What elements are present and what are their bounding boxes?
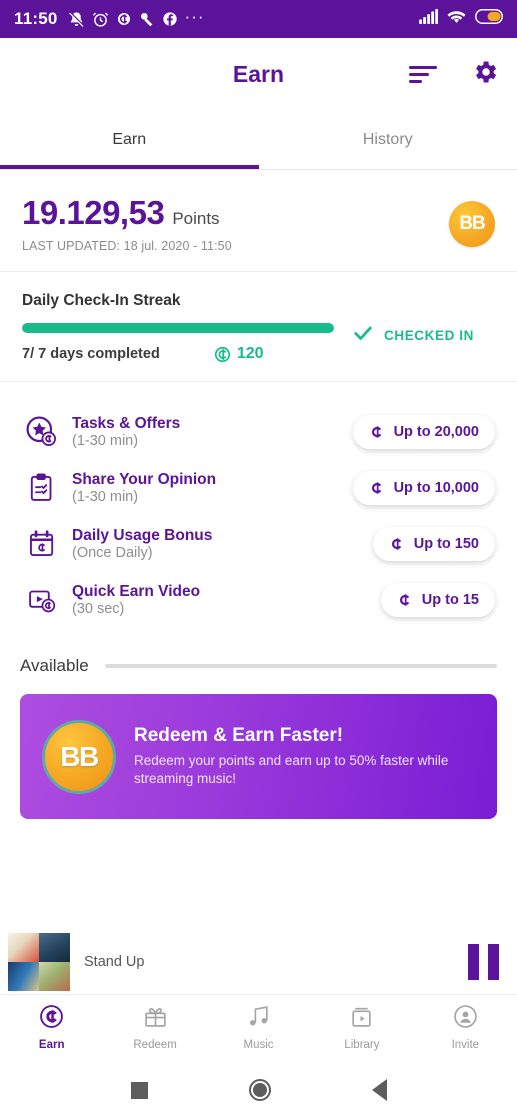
- person-circle-icon: [453, 1004, 478, 1034]
- nav-label: Music: [243, 1039, 274, 1051]
- checkin-progress-fill: [22, 323, 334, 333]
- earn-item-name: Quick Earn Video: [72, 582, 201, 600]
- earn-reward-text: Up to 10,000: [393, 480, 479, 496]
- nav-item-redeem[interactable]: Redeem: [103, 1004, 206, 1051]
- promo-banner[interactable]: BB Redeem & Earn Faster! Redeem your poi…: [20, 694, 497, 819]
- tab-earn[interactable]: Earn: [0, 110, 259, 169]
- music-note-icon: [246, 1004, 271, 1034]
- bottom-navigation: Earn Redeem Music Library Invite: [0, 995, 517, 1060]
- calendar-coin-icon: [22, 524, 62, 564]
- track-title: Stand Up: [84, 953, 145, 970]
- earn-reward-pill[interactable]: Up to 10,000: [352, 471, 495, 505]
- points-unit-label: Points: [172, 209, 220, 228]
- coin-icon: [389, 536, 405, 552]
- earn-reward-pill[interactable]: Up to 15: [380, 583, 495, 617]
- checkin-title: Daily Check-In Streak: [22, 292, 181, 309]
- earn-reward-text: Up to 150: [413, 536, 479, 552]
- points-summary: 19.129,53 Points LAST UPDATED: 18 jul. 2…: [0, 170, 517, 272]
- earn-reward-text: Up to 20,000: [393, 424, 479, 440]
- wifi-icon: [447, 9, 466, 29]
- available-section-header: Available: [0, 638, 517, 686]
- earn-item-duration: (1-30 min): [72, 489, 139, 506]
- sort-icon[interactable]: [409, 65, 437, 83]
- coin-icon: [116, 11, 132, 27]
- points-last-updated: LAST UPDATED: 18 jul. 2020 - 11:50: [22, 239, 232, 253]
- mini-player[interactable]: Stand Up: [0, 929, 517, 995]
- divider: [104, 664, 497, 668]
- nav-item-invite[interactable]: Invite: [414, 1004, 517, 1051]
- nav-item-music[interactable]: Music: [207, 1004, 310, 1051]
- tab-history[interactable]: History: [259, 110, 517, 169]
- tab-active-indicator: [0, 165, 259, 169]
- status-bar-system-icons: [419, 9, 503, 29]
- back-triangle-icon[interactable]: [371, 1079, 387, 1101]
- earn-options-list: Tasks & Offers (1-30 min) Up to 20,000 S…: [0, 382, 517, 638]
- coin-icon: [214, 346, 231, 363]
- coin-icon: [397, 592, 413, 608]
- nav-label: Library: [344, 1039, 380, 1051]
- earn-item-duration: (30 sec): [72, 601, 125, 618]
- recents-square-icon[interactable]: [130, 1081, 148, 1099]
- clipboard-icon: [22, 468, 62, 508]
- banner-subtitle: Redeem your points and earn up to 50% fa…: [134, 752, 449, 786]
- earn-item-duration: (1-30 min): [72, 433, 139, 450]
- nav-item-earn[interactable]: Earn: [0, 1004, 103, 1051]
- home-circle-icon[interactable]: [248, 1079, 271, 1101]
- pause-button[interactable]: [468, 943, 499, 980]
- signal-icon: [419, 9, 439, 29]
- status-bar: 11:50 ···: [0, 0, 517, 38]
- gift-icon: [143, 1004, 168, 1034]
- available-label: Available: [20, 656, 89, 675]
- app-screen: 11:50 ··· Earn Earn History 19.129,53 Po…: [0, 0, 517, 1120]
- earn-item-name: Share Your Opinion: [72, 470, 217, 488]
- checkin-coin-value: 120: [236, 345, 264, 362]
- status-bar-notification-icons: ···: [68, 8, 205, 30]
- gear-icon[interactable]: [471, 58, 499, 91]
- status-overflow-icon: ···: [184, 7, 205, 26]
- alarm-icon: [92, 11, 109, 28]
- app-bar: Earn: [0, 38, 517, 110]
- avatar[interactable]: BB: [449, 200, 495, 247]
- nav-label: Earn: [38, 1039, 65, 1051]
- status-bar-clock: 11:50: [14, 9, 58, 28]
- nav-item-library[interactable]: Library: [310, 1004, 413, 1051]
- brand-logo: BB: [42, 719, 116, 794]
- facebook-icon: [162, 11, 178, 27]
- earn-reward-text: Up to 15: [421, 592, 479, 608]
- check-icon: [352, 322, 374, 349]
- tab-bar: Earn History: [0, 110, 517, 170]
- checkin-reward: 120: [214, 345, 264, 363]
- system-navigation-bar: [0, 1060, 517, 1120]
- banner-title: Redeem & Earn Faster!: [134, 724, 344, 746]
- points-value: 19.129,53: [22, 194, 165, 231]
- list-item[interactable]: Tasks & Offers (1-30 min) Up to 20,000: [18, 404, 499, 460]
- battery-icon: [475, 9, 503, 29]
- list-item[interactable]: Quick Earn Video (30 sec) Up to 15: [18, 572, 499, 628]
- library-icon: [349, 1004, 374, 1034]
- bell-muted-icon: [68, 11, 85, 28]
- list-item[interactable]: Daily Usage Bonus (Once Daily) Up to 150: [18, 516, 499, 572]
- list-item[interactable]: Share Your Opinion (1-30 min) Up to 10,0…: [18, 460, 499, 516]
- checkin-progress-bar: [22, 323, 334, 333]
- nav-label: Invite: [451, 1039, 480, 1051]
- album-art: [8, 932, 70, 991]
- checkin-days-text: 7/ 7 days completed: [22, 346, 160, 362]
- nav-label: Redeem: [133, 1039, 177, 1051]
- coin-circle-icon: [39, 1004, 64, 1034]
- earn-item-duration: (Once Daily): [72, 545, 153, 562]
- video-coin-icon: [22, 580, 62, 620]
- daily-checkin-card: Daily Check-In Streak 7/ 7 days complete…: [0, 272, 517, 382]
- earn-reward-pill[interactable]: Up to 20,000: [352, 415, 495, 449]
- earn-reward-pill[interactable]: Up to 150: [372, 527, 495, 561]
- earn-item-name: Daily Usage Bonus: [72, 526, 213, 544]
- coin-icon: [369, 424, 385, 440]
- earn-item-name: Tasks & Offers: [72, 414, 181, 432]
- key-icon: [139, 11, 155, 27]
- coin-icon: [369, 480, 385, 496]
- status-badge: CHECKED IN: [384, 328, 475, 343]
- star-badge-icon: [22, 412, 62, 452]
